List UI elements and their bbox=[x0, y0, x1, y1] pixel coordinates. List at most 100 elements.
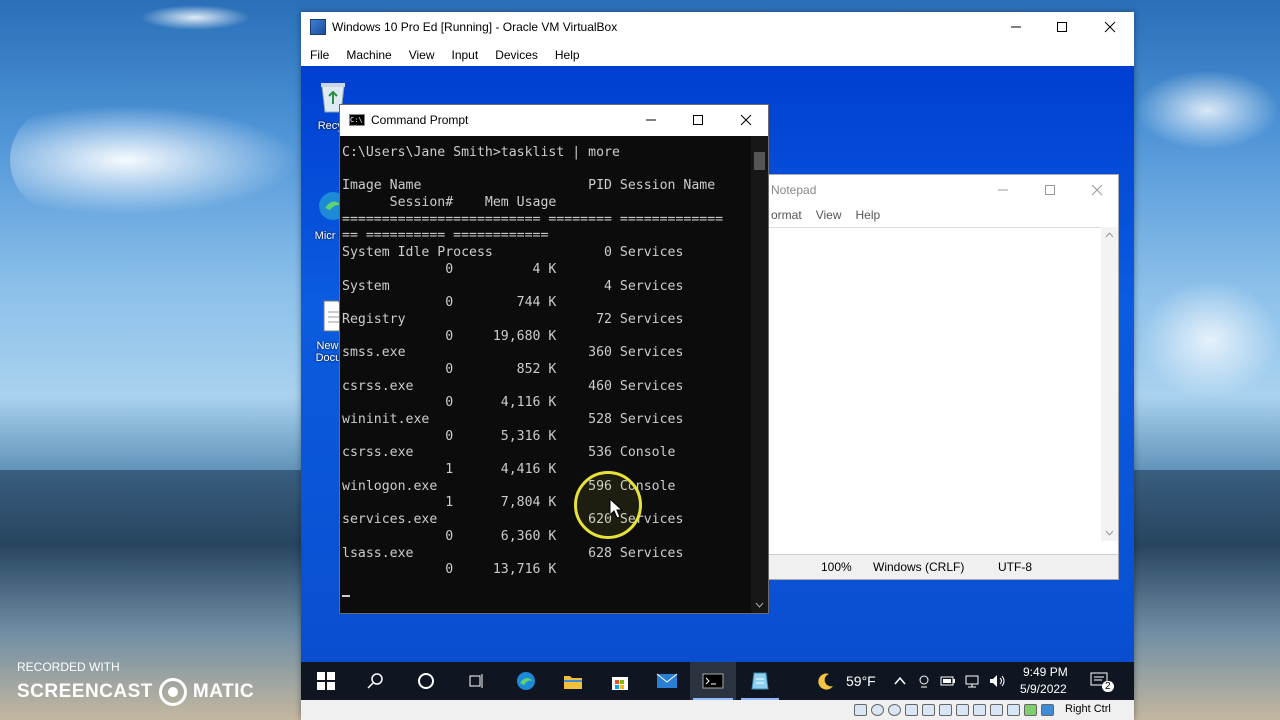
scroll-down-icon bbox=[1105, 530, 1114, 536]
vb-harddisk-indicator-icon[interactable] bbox=[854, 704, 867, 716]
cmd-output-line: 0 852 K bbox=[342, 361, 557, 377]
vb-display-indicator-icon[interactable] bbox=[956, 704, 969, 716]
vb-cpu-indicator-icon[interactable] bbox=[990, 704, 1003, 716]
search-icon bbox=[367, 673, 383, 689]
notepad-line-endings: Windows (CRLF) bbox=[873, 560, 965, 574]
vb-usb-indicator-icon[interactable] bbox=[922, 704, 935, 716]
store-bag-icon bbox=[612, 677, 628, 690]
notification-count-badge: 2 bbox=[1102, 681, 1114, 692]
menu-devices[interactable]: Devices bbox=[486, 44, 546, 66]
notepad-close-button[interactable] bbox=[1074, 175, 1120, 205]
cmd-close-button[interactable] bbox=[723, 105, 769, 135]
notepad-vertical-scrollbar[interactable] bbox=[1101, 227, 1118, 541]
cmd-output-line: Registry 72 Services bbox=[342, 311, 684, 327]
cmd-output-line: ========================= ======== =====… bbox=[342, 211, 724, 227]
cmd-output-line: 0 744 K bbox=[342, 295, 557, 311]
cmd-output-line: services.exe 620 Services bbox=[342, 512, 684, 528]
notepad-maximize-button[interactable] bbox=[1027, 175, 1073, 205]
vbox-close-button[interactable] bbox=[1087, 12, 1133, 42]
virtualbox-menu-bar: File Machine View Input Devices Help bbox=[301, 44, 1134, 66]
cmd-output-line: 0 13,716 K bbox=[342, 562, 557, 578]
task-view-icon bbox=[469, 674, 483, 688]
cmd-title-bar[interactable]: C:\ Command Prompt bbox=[340, 105, 768, 136]
cmd-scroll-thumb[interactable] bbox=[754, 152, 765, 170]
cmd-output-line: wininit.exe 528 Services bbox=[342, 412, 684, 427]
close-icon bbox=[1091, 184, 1103, 196]
weather-temperature[interactable]: 59°F bbox=[846, 673, 876, 689]
cmd-output-line: 0 19,680 K bbox=[342, 328, 557, 344]
menu-view[interactable]: View bbox=[400, 44, 443, 66]
vb-shared-folders-indicator-icon[interactable] bbox=[939, 704, 952, 716]
vb-optical-drive-indicator-icon[interactable] bbox=[871, 704, 884, 716]
notepad-menu-help[interactable]: Help bbox=[849, 205, 888, 227]
virtualbox-title-bar[interactable]: Windows 10 Pro Ed [Running] - Oracle VM … bbox=[301, 12, 1134, 44]
notepad-menu-format[interactable]: ormat bbox=[765, 205, 810, 227]
folder-icon bbox=[564, 676, 582, 689]
virtualbox-title: Windows 10 Pro Ed [Running] - Oracle VM … bbox=[332, 20, 618, 34]
vb-vtx-indicator-icon[interactable] bbox=[1007, 704, 1020, 716]
cmd-output-line bbox=[342, 162, 750, 179]
cmd-output-line: csrss.exe 536 Console bbox=[342, 445, 676, 461]
terminal-icon bbox=[702, 673, 724, 689]
cortana-button[interactable] bbox=[415, 671, 437, 691]
menu-help[interactable]: Help bbox=[546, 44, 588, 66]
cmd-terminal-output[interactable]: C:\Users\Jane Smith>tasklist | more Image… bbox=[342, 145, 750, 611]
cmd-minimize-button[interactable] bbox=[628, 105, 674, 135]
notepad-window[interactable]: Notepad ormat View Help 100% Windows (CR… bbox=[764, 174, 1119, 580]
start-button[interactable] bbox=[315, 671, 337, 691]
taskbar-store[interactable] bbox=[609, 671, 631, 691]
tray-network-icon[interactable] bbox=[961, 671, 983, 691]
vb-network-indicator-icon[interactable] bbox=[905, 704, 918, 716]
cmd-maximize-button[interactable] bbox=[675, 105, 721, 135]
scroll-down-icon bbox=[755, 602, 764, 608]
vb-mouse-integration-icon[interactable] bbox=[1024, 704, 1037, 716]
cmd-vertical-scrollbar[interactable] bbox=[751, 136, 768, 613]
search-button[interactable] bbox=[365, 671, 387, 691]
taskbar-mail[interactable] bbox=[656, 671, 678, 691]
watermark-caption: RECORDED WITH bbox=[17, 660, 120, 674]
notepad-text-area[interactable] bbox=[765, 227, 1102, 542]
notepad-menu-view[interactable]: View bbox=[810, 205, 850, 227]
taskbar-command-prompt[interactable] bbox=[702, 671, 724, 691]
minimize-icon bbox=[998, 189, 1008, 191]
tray-chevron-up-icon[interactable] bbox=[889, 671, 911, 691]
guest-screen[interactable]: Recyc Micr Ec New R Docum Notepad ormat … bbox=[301, 66, 1134, 662]
clock-date[interactable]: 5/9/2022 bbox=[1020, 682, 1067, 696]
maximize-icon bbox=[693, 115, 703, 125]
notepad-minimize-button[interactable] bbox=[980, 175, 1026, 205]
cmd-output-line: winlogon.exe 596 Console bbox=[342, 478, 676, 494]
tray-battery-icon[interactable] bbox=[937, 671, 959, 691]
task-view-button[interactable] bbox=[465, 671, 487, 691]
mouse-pointer-icon bbox=[609, 498, 623, 519]
menu-input[interactable]: Input bbox=[443, 44, 487, 66]
vb-keyboard-capture-icon[interactable] bbox=[1041, 704, 1054, 716]
vb-recording-indicator-icon[interactable] bbox=[973, 704, 986, 716]
maximize-icon bbox=[1045, 185, 1055, 195]
host-wallpaper-cloud bbox=[140, 5, 250, 30]
cmd-output-line: 0 5,316 K bbox=[342, 428, 557, 444]
menu-file[interactable]: File bbox=[301, 44, 337, 66]
vbox-minimize-button[interactable] bbox=[993, 12, 1039, 42]
cmd-app-icon: C:\ bbox=[349, 114, 365, 126]
command-prompt-window[interactable]: C:\ Command Prompt C:\Users\Jane Smith>t… bbox=[339, 104, 769, 614]
weather-button[interactable] bbox=[815, 671, 837, 691]
cmd-output-line: smss.exe 360 Services bbox=[342, 345, 684, 361]
vb-audio-indicator-icon[interactable] bbox=[888, 704, 901, 716]
cmd-output-line: System 4 Services bbox=[342, 278, 684, 294]
tray-webcam-icon[interactable] bbox=[913, 671, 935, 691]
taskbar-notepad[interactable] bbox=[749, 671, 771, 691]
cmd-output-line: == ========== ============ bbox=[342, 228, 549, 244]
tray-volume-icon[interactable] bbox=[987, 671, 1009, 691]
cmd-cursor-caret bbox=[342, 595, 350, 597]
cmd-output-line: 1 7,804 K bbox=[342, 495, 557, 511]
menu-machine[interactable]: Machine bbox=[337, 44, 399, 66]
cmd-output-line: Session# Mem Usage bbox=[342, 195, 557, 211]
taskbar-file-explorer[interactable] bbox=[562, 671, 584, 691]
notepad-icon bbox=[751, 672, 769, 690]
virtualbox-window[interactable]: Windows 10 Pro Ed [Running] - Oracle VM … bbox=[301, 12, 1134, 720]
clock-time[interactable]: 9:49 PM bbox=[1023, 665, 1068, 679]
notepad-title-bar[interactable]: Notepad bbox=[765, 175, 1118, 205]
notepad-status-bar: 100% Windows (CRLF) UTF-8 bbox=[765, 554, 1118, 579]
vbox-maximize-button[interactable] bbox=[1039, 12, 1085, 42]
taskbar-edge[interactable] bbox=[515, 671, 537, 691]
